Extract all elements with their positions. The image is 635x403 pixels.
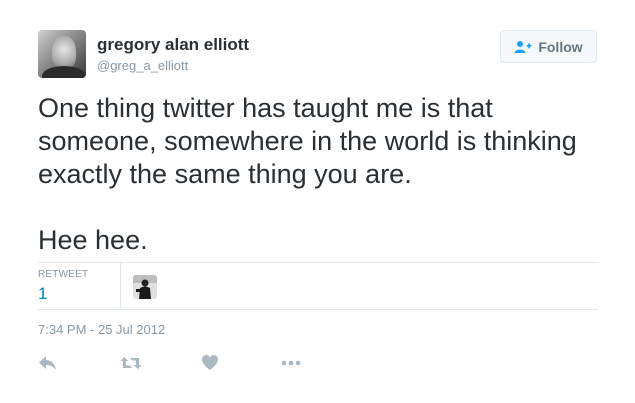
- avatar[interactable]: [38, 30, 86, 78]
- follow-button[interactable]: Follow: [500, 30, 597, 63]
- add-user-icon: [514, 40, 532, 54]
- follow-label: Follow: [538, 38, 583, 55]
- reply-icon[interactable]: [38, 354, 60, 374]
- tweet-stats: RETWEET 1: [38, 263, 598, 309]
- divider-bottom: [38, 309, 598, 310]
- tweet-text: One thing twitter has taught me is that …: [38, 93, 577, 255]
- tweet-timestamp[interactable]: 7:34 PM - 25 Jul 2012: [38, 322, 165, 337]
- author-fullname[interactable]: gregory alan elliott: [97, 35, 249, 55]
- stats-separator: [120, 263, 121, 309]
- avatar-face: [52, 36, 76, 70]
- retweeter-avatar[interactable]: [133, 275, 157, 299]
- author-username[interactable]: @greg_a_elliott: [97, 58, 188, 73]
- retweet-icon[interactable]: [120, 354, 142, 374]
- heart-icon[interactable]: [201, 354, 223, 374]
- retweet-stat-count[interactable]: 1: [38, 284, 47, 304]
- more-icon[interactable]: [280, 354, 302, 374]
- avatar-shoulder: [42, 66, 86, 78]
- retweet-stat-label[interactable]: RETWEET: [38, 269, 88, 280]
